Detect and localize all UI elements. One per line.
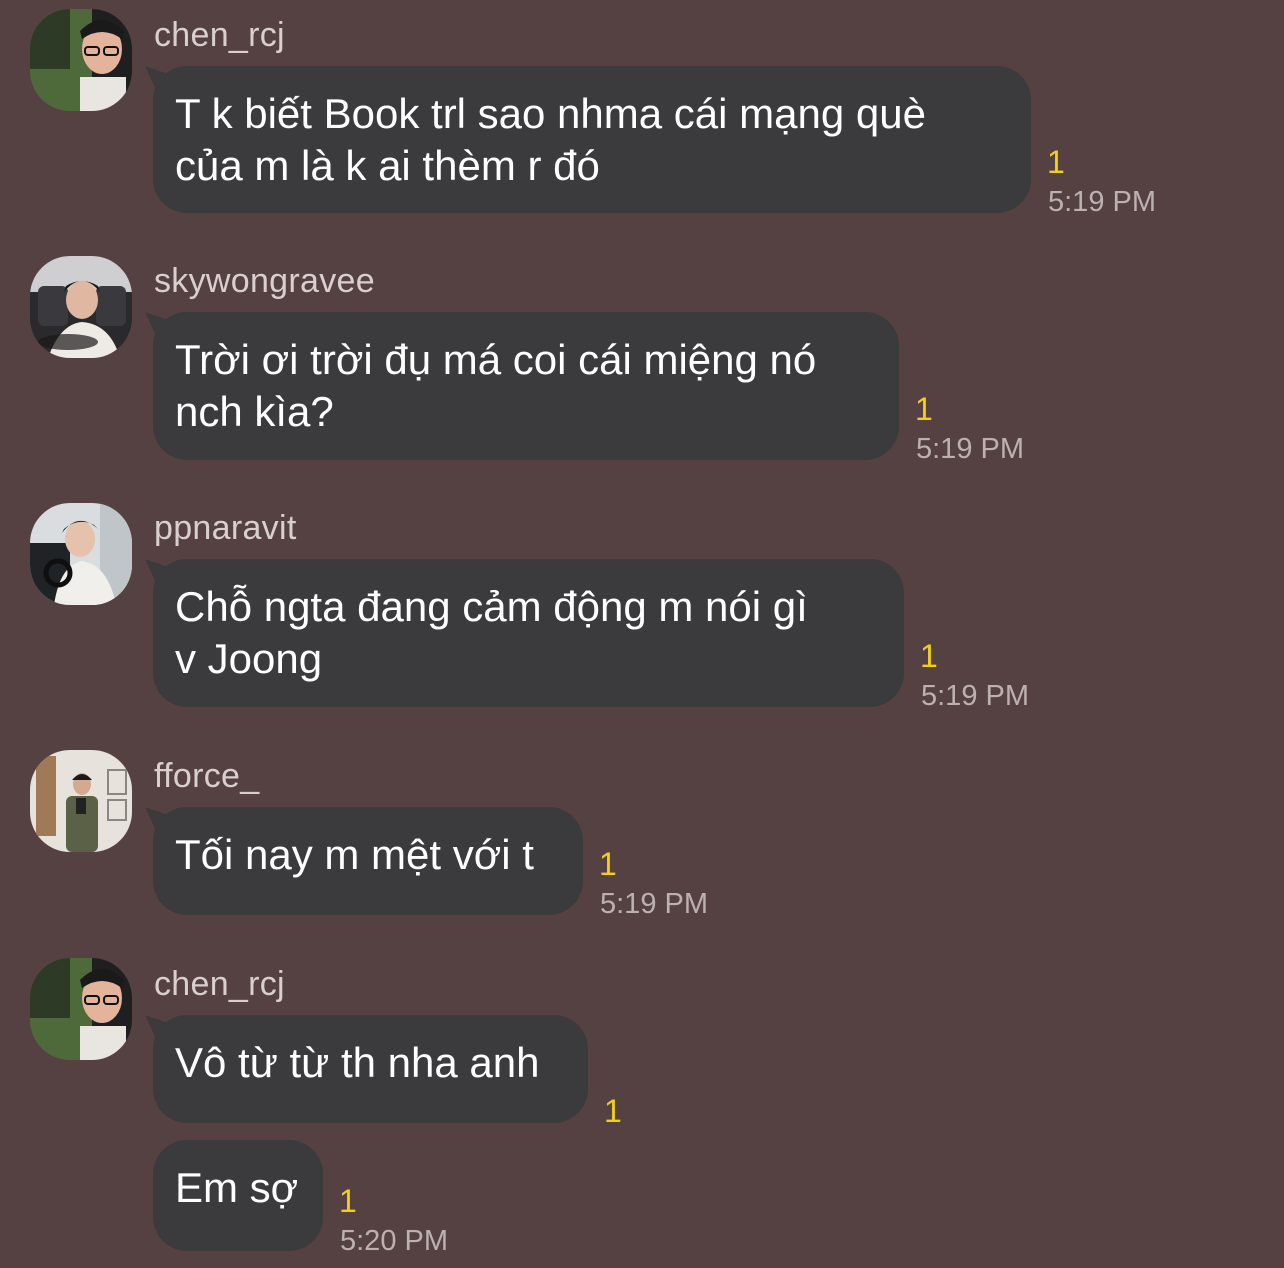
sender-name: chen_rcj <box>154 16 285 54</box>
avatar[interactable] <box>30 958 132 1060</box>
unread-count: 1 <box>920 638 938 674</box>
unread-count: 1 <box>599 846 617 882</box>
avatar[interactable] <box>30 9 132 111</box>
message-bubble[interactable]: Trời ơi trời đụ má coi cái miệng nó nch … <box>153 312 899 460</box>
message-timestamp: 5:19 PM <box>916 433 1024 465</box>
message-bubble[interactable]: Tối nay m mệt với t <box>153 807 583 915</box>
user-avatar-icon <box>30 256 132 358</box>
message-timestamp: 5:19 PM <box>921 680 1029 712</box>
user-avatar-icon <box>30 750 132 852</box>
sender-name: fforce_ <box>154 757 260 795</box>
sender-name: ppnaravit <box>154 509 297 547</box>
message-bubble[interactable]: Chỗ ngta đang cảm động m nói gì v Joong <box>153 559 904 707</box>
avatar[interactable] <box>30 750 132 852</box>
user-avatar-icon <box>30 503 132 605</box>
unread-count: 1 <box>1047 144 1065 180</box>
avatar[interactable] <box>30 256 132 358</box>
message-timestamp: 5:19 PM <box>600 888 708 920</box>
avatar[interactable] <box>30 503 132 605</box>
sender-name: skywongravee <box>154 262 375 300</box>
message-bubble[interactable]: Em sợ <box>153 1140 323 1251</box>
message-bubble[interactable]: Vô từ từ th nha anh <box>153 1015 588 1123</box>
user-avatar-icon <box>30 958 132 1060</box>
user-avatar-icon <box>30 9 132 111</box>
sender-name: chen_rcj <box>154 965 285 1003</box>
unread-count: 1 <box>915 391 933 427</box>
message-bubble[interactable]: T k biết Book trl sao nhma cái mạng què … <box>153 66 1031 213</box>
message-timestamp: 5:19 PM <box>1048 186 1156 218</box>
message-timestamp: 5:20 PM <box>340 1225 448 1257</box>
unread-count: 1 <box>339 1183 357 1219</box>
unread-count: 1 <box>604 1093 622 1129</box>
